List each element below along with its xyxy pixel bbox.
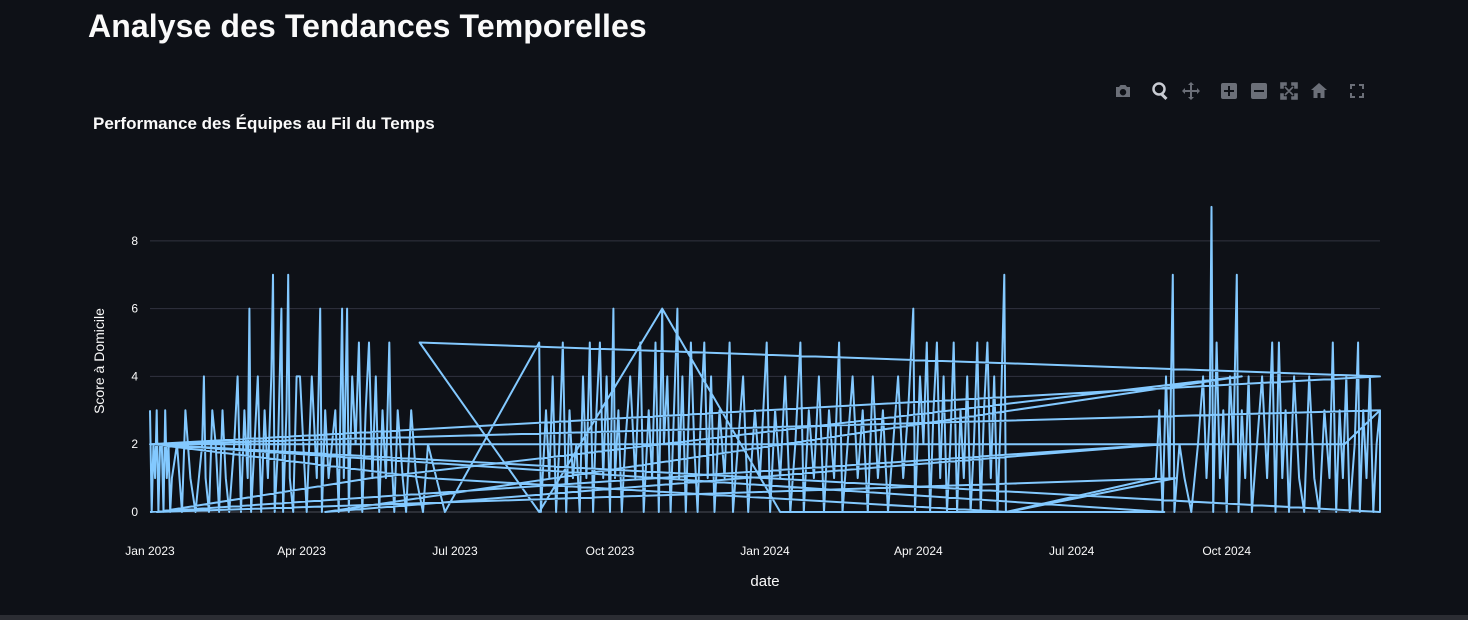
y-tick-label: 2	[131, 437, 138, 451]
line-chart: 02468 Jan 2023 Apr 2023 Jul 2023 Oct 2023 Ja…	[91, 205, 1381, 590]
x-tick-label: Jan 2023	[125, 544, 175, 558]
x-tick-label: Jul 2023	[432, 544, 478, 558]
x-tick-label: Oct 2024	[1202, 544, 1251, 558]
x-axis-label: date	[750, 573, 779, 590]
x-tick-label: Apr 2023	[277, 544, 326, 558]
y-tick-label: 0	[131, 505, 138, 519]
y-tick-label: 4	[131, 369, 138, 383]
y-axis-label: Score à Domicile	[91, 308, 107, 414]
bottom-bar	[0, 615, 1468, 620]
y-tick-label: 8	[131, 234, 138, 248]
x-tick-labels: Jan 2023 Apr 2023 Jul 2023 Oct 2023 Jan 2024…	[125, 544, 1251, 558]
x-tick-label: Oct 2023	[586, 544, 635, 558]
x-tick-label: Jan 2024	[740, 544, 790, 558]
y-tick-labels: 0 2 4 6 8	[131, 234, 138, 519]
x-tick-label: Jul 2024	[1049, 544, 1095, 558]
x-tick-label: Apr 2024	[894, 544, 943, 558]
series-line	[149, 205, 1381, 513]
y-tick-label: 6	[131, 302, 138, 316]
